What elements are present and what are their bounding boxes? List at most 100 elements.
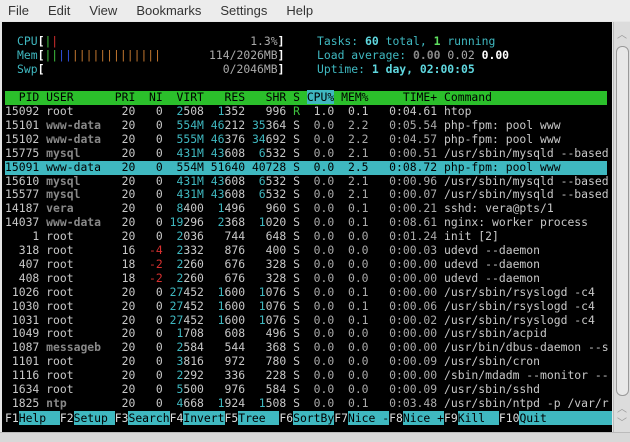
cell-cpu: 0.0 bbox=[306, 131, 335, 146]
scrollbar[interactable]: ︿ ︿ ﹀ bbox=[613, 22, 630, 432]
column-cpu-header[interactable]: CPU% bbox=[306, 90, 335, 104]
value-thousands: 46 bbox=[210, 131, 225, 146]
fkey-nice--button[interactable]: F7Nice - bbox=[334, 411, 390, 425]
fkey-number: F2 bbox=[59, 411, 74, 425]
cell-shr: 1508 bbox=[258, 395, 287, 410]
value-thousands: 1 bbox=[217, 284, 225, 299]
process-row[interactable]: 1026 root 20 0 27452 1600 1076 S 0.0 0.1… bbox=[5, 284, 595, 300]
cell-res: 1600 bbox=[217, 312, 246, 327]
process-row[interactable]: 1634 root 20 0 5500 976 584 S 0.0 0.0 0:… bbox=[5, 382, 540, 397]
cell-s: S bbox=[293, 312, 300, 327]
cell-cpu: 0.0 bbox=[306, 382, 335, 396]
menu-settings[interactable]: Settings bbox=[220, 3, 267, 18]
cell-cpu: 0.0 bbox=[306, 159, 335, 174]
cell-command: /usr/sbin/rsyslogd -c4 bbox=[444, 312, 595, 327]
column-s-header[interactable]: S bbox=[293, 90, 300, 104]
terminal[interactable]: CPU[|| 1.3%] Mem[||||||||||||||||| 114/2… bbox=[2, 22, 612, 432]
process-row[interactable]: 407 root 18 -2 2260 676 328 S 0.0 0.0 0:… bbox=[5, 257, 540, 272]
cell-res: 43608 bbox=[210, 145, 246, 160]
cell-s: R bbox=[293, 104, 300, 118]
column-user-header[interactable]: USER bbox=[46, 90, 108, 104]
menu-help[interactable]: Help bbox=[286, 3, 313, 18]
cell-time: 0:01.24 bbox=[375, 229, 438, 244]
cell-user: mysql bbox=[46, 187, 108, 202]
cell-shr: 496 bbox=[251, 326, 287, 341]
process-row[interactable]: 1030 root 20 0 27452 1600 1076 S 0.0 0.1… bbox=[5, 298, 595, 314]
value-high: 555M bbox=[176, 131, 204, 146]
column-time-header[interactable]: TIME+ bbox=[375, 90, 437, 104]
cell-pid: 1825 bbox=[5, 395, 40, 410]
cell-user: root bbox=[46, 326, 108, 341]
cell-cpu: 0.0 bbox=[306, 215, 335, 230]
process-row[interactable]: 14037 www-data 20 0 19296 2368 1020 S 0.… bbox=[5, 215, 588, 230]
scroll-up-icon[interactable]: ︿ bbox=[617, 26, 627, 41]
scroll-up-icon[interactable]: ︿ bbox=[617, 400, 627, 415]
column-res-header[interactable]: RES bbox=[211, 90, 245, 104]
meter-bar: || bbox=[58, 48, 72, 62]
process-row[interactable]: 15101 www-data 20 0 554M 46212 35364 S 0… bbox=[5, 118, 561, 133]
fkey-number: F7 bbox=[334, 411, 348, 425]
cell-user: www-data bbox=[46, 159, 108, 174]
fkey-tree-button[interactable]: F5Tree bbox=[225, 411, 280, 425]
column-virt-header[interactable]: VIRT bbox=[170, 90, 203, 104]
process-row[interactable]: 14187 vera 20 0 8400 1496 960 S 0.0 0.1 … bbox=[5, 201, 554, 216]
process-row[interactable]: 1087 messageb 20 0 2584 544 368 S 0.0 0.… bbox=[5, 340, 609, 355]
process-row[interactable]: 1031 root 20 0 27452 1600 1076 S 0.0 0.1… bbox=[5, 312, 595, 328]
cell-command: udevd --daemon bbox=[444, 270, 541, 285]
cell-time: 0:00.00 bbox=[375, 340, 438, 355]
process-row[interactable]: 15775 mysql 20 0 431M 43608 6532 S 0.0 2… bbox=[5, 145, 609, 161]
column-pid-header[interactable]: PID bbox=[5, 90, 40, 104]
process-row[interactable]: 15091 www-data 20 0 554M 51640 40728 S 0… bbox=[5, 159, 607, 175]
process-row[interactable]: 408 root 18 -2 2260 676 328 S 0.0 0.0 0:… bbox=[5, 270, 541, 286]
cell-pri: 20 bbox=[114, 284, 136, 299]
process-row[interactable]: 15610 mysql 20 0 431M 43608 6532 S 0.0 2… bbox=[5, 173, 609, 189]
process-row[interactable]: 1101 root 20 0 3816 972 780 S 0.0 0.0 0:… bbox=[5, 354, 541, 369]
column-header[interactable]: PID USER PRI NI VIRT RES SHR S CPU% MEM%… bbox=[5, 90, 607, 105]
cell-res: 1352 bbox=[217, 104, 246, 118]
fkey-nice--button[interactable]: F8Nice + bbox=[389, 411, 444, 425]
value-thousands: 43 bbox=[210, 187, 225, 202]
column-pri-header[interactable]: PRI bbox=[115, 90, 136, 104]
cell-virt: 2584 bbox=[176, 340, 204, 355]
fkey-help-button[interactable]: F1Help bbox=[5, 411, 60, 425]
column-ni-header[interactable]: NI bbox=[142, 90, 163, 104]
cell-res: 51640 bbox=[210, 159, 246, 174]
process-row[interactable]: 1049 root 20 0 1708 608 496 S 0.0 0.0 0:… bbox=[5, 326, 547, 341]
cell-shr: 40728 bbox=[251, 159, 287, 174]
cell-pri: 20 bbox=[114, 173, 136, 188]
fkey-invert-button[interactable]: F4Invert bbox=[170, 411, 225, 425]
value-thousands: 1 bbox=[217, 298, 225, 313]
value-thousands: 34 bbox=[251, 131, 266, 146]
meter-value: 1.3% bbox=[250, 34, 278, 48]
process-row[interactable]: 318 root 16 -4 2332 876 400 S 0.0 0.0 0:… bbox=[5, 243, 540, 258]
menu-edit[interactable]: Edit bbox=[48, 3, 70, 18]
cell-command: /usr/sbin/cron bbox=[444, 354, 541, 369]
fkey-sortby-button[interactable]: F6SortBy bbox=[279, 411, 335, 425]
process-row[interactable]: 15092 root 20 0 2508 1352 996 R 1.0 0.1 … bbox=[5, 104, 471, 119]
cell-mem: 0.1 bbox=[341, 395, 369, 410]
fkey-quit-button[interactable]: F10Quit bbox=[499, 411, 612, 425]
column-shr-header[interactable]: SHR bbox=[252, 90, 287, 104]
fkey-search-button[interactable]: F3Search bbox=[115, 411, 170, 425]
scrollbar-thumb[interactable] bbox=[616, 46, 629, 396]
fkey-kill-button[interactable]: F9Kill bbox=[444, 411, 499, 425]
cell-user: mysql bbox=[46, 145, 108, 160]
column-command-header[interactable]: Command bbox=[444, 90, 492, 104]
cell-ni: 0 bbox=[142, 298, 163, 313]
cell-mem: 0.0 bbox=[341, 229, 369, 244]
cell-res: 46376 bbox=[210, 131, 246, 146]
menu-file[interactable]: File bbox=[8, 3, 29, 18]
process-row[interactable]: 15577 mysql 20 0 431M 43608 6532 S 0.0 2… bbox=[5, 187, 609, 202]
fkey-setup-button[interactable]: F2Setup bbox=[60, 411, 115, 425]
scroll-down-icon[interactable]: ﹀ bbox=[617, 414, 627, 429]
column-mem-header[interactable]: MEM% bbox=[341, 90, 368, 104]
value-thousands: 1 bbox=[217, 395, 225, 410]
process-row[interactable]: 1825 ntp 20 0 4668 1924 1508 S 0.0 0.1 0… bbox=[5, 395, 609, 411]
cell-virt: 554M bbox=[170, 118, 203, 132]
process-row[interactable]: 1116 root 20 0 2292 336 228 S 0.0 0.0 0:… bbox=[5, 368, 609, 383]
cell-mem: 0.1 bbox=[341, 284, 369, 299]
menu-bookmarks[interactable]: Bookmarks bbox=[136, 3, 201, 18]
menu-view[interactable]: View bbox=[89, 3, 117, 18]
process-row[interactable]: 15102 www-data 20 0 555M 46376 34692 S 0… bbox=[5, 131, 561, 147]
process-row[interactable]: 1 root 20 0 2036 744 648 S 0.0 0.0 0:01.… bbox=[5, 229, 498, 244]
